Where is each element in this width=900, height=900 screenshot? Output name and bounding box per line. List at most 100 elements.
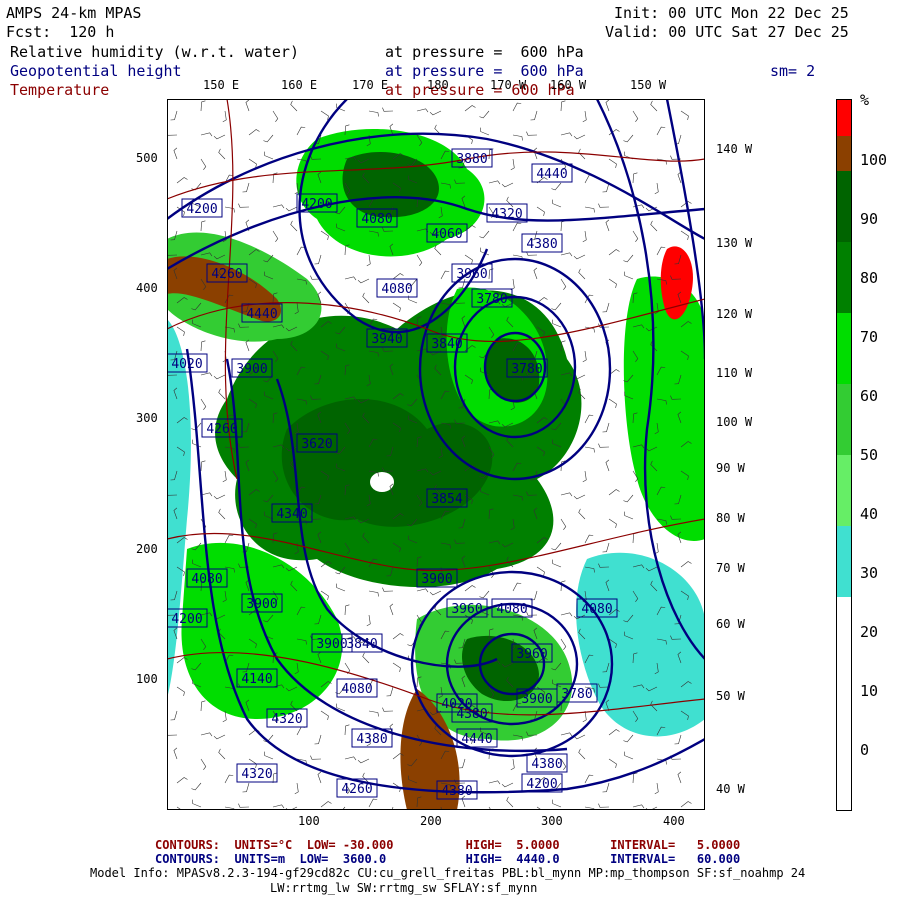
y-grid-label: 200 xyxy=(136,542,158,556)
colorbar-label: 60 xyxy=(860,387,879,405)
svg-text:4080: 4080 xyxy=(496,602,527,617)
colorbar-label: 0 xyxy=(860,741,870,759)
top-longitude-label: 160 W xyxy=(550,78,587,92)
height-label: 3780 xyxy=(556,683,598,703)
top-longitude-label: 180 xyxy=(427,78,449,92)
svg-text:4020: 4020 xyxy=(171,357,202,372)
colorbar-label: 10 xyxy=(860,682,879,700)
svg-text:3960: 3960 xyxy=(516,647,547,662)
svg-text:4320: 4320 xyxy=(271,712,302,727)
svg-text:4140: 4140 xyxy=(241,672,272,687)
colorbar-label: 20 xyxy=(860,623,879,641)
svg-text:4380: 4380 xyxy=(456,707,487,722)
colorbar-segment xyxy=(837,526,851,597)
height-label: 4440 xyxy=(531,163,573,183)
height-label: 4260 xyxy=(336,778,378,798)
height-label: 4020 xyxy=(167,353,208,373)
svg-text:4440: 4440 xyxy=(461,732,492,747)
svg-text:4440: 4440 xyxy=(536,167,567,182)
height-label: 4380 xyxy=(526,753,568,773)
svg-text:4380: 4380 xyxy=(441,784,472,799)
height-label: 3620 xyxy=(296,433,338,453)
svg-text:4320: 4320 xyxy=(491,207,522,222)
rh-dry-spot xyxy=(370,472,394,492)
model-info-line1: Model Info: MPASv8.2.3-194-gf29cd82c CU:… xyxy=(90,866,806,880)
colorbar-segment xyxy=(837,455,851,526)
right-longitude-label: 110 W xyxy=(716,366,753,380)
svg-text:4260: 4260 xyxy=(206,422,237,437)
y-grid-label: 100 xyxy=(136,672,158,686)
svg-text:3900: 3900 xyxy=(421,572,452,587)
smoothing-label: sm= 2 xyxy=(770,62,816,80)
height-label: 4200 xyxy=(521,773,563,793)
svg-text:4080: 4080 xyxy=(361,212,392,227)
height-contour-info: CONTOURS: UNITS=m LOW= 3600.0 HIGH= 4440… xyxy=(155,852,741,866)
height-label: 4080 xyxy=(356,208,398,228)
height-label: 3854 xyxy=(426,488,468,508)
svg-text:3780: 3780 xyxy=(561,687,592,702)
svg-text:4080: 4080 xyxy=(581,602,612,617)
forecast-hour: Fcst: 120 h xyxy=(6,23,115,41)
right-longitude-label: 140 W xyxy=(716,142,753,156)
height-label: 4260 xyxy=(206,263,248,283)
colorbar-label: 70 xyxy=(860,328,879,346)
top-longitude-label: 170 E xyxy=(352,78,389,92)
height-label: 3900 xyxy=(416,568,458,588)
colorbar-segment xyxy=(837,171,851,242)
svg-text:3900: 3900 xyxy=(521,692,552,707)
colorbar-label: 50 xyxy=(860,446,879,464)
height-label: 3960 xyxy=(511,643,553,663)
svg-text:3780: 3780 xyxy=(511,362,542,377)
height-label: 3780 xyxy=(471,288,513,308)
right-longitude-label: 50 W xyxy=(716,689,745,703)
colorbar-label: 30 xyxy=(860,564,879,582)
height-label: 4060 xyxy=(426,223,468,243)
svg-text:4200: 4200 xyxy=(171,612,202,627)
svg-text:4320: 4320 xyxy=(241,767,272,782)
height-label: 4320 xyxy=(266,708,308,728)
height-label: 4380 xyxy=(521,233,563,253)
height-label: 4080 xyxy=(186,568,228,588)
field-name-rh: Relative humidity (w.r.t. water) xyxy=(10,43,299,61)
svg-text:4200: 4200 xyxy=(301,197,332,212)
height-label: 4080 xyxy=(376,278,418,298)
x-grid-label: 200 xyxy=(420,814,442,828)
field-name-height: Geopotential height xyxy=(10,62,182,80)
svg-text:4440: 4440 xyxy=(246,307,277,322)
colorbar-segment xyxy=(837,100,851,136)
svg-text:3880: 3880 xyxy=(456,152,487,167)
height-label: 4440 xyxy=(241,303,283,323)
height-label: 3960 xyxy=(451,263,493,283)
product-title: AMPS 24-km MPAS xyxy=(6,4,142,22)
y-grid-label: 300 xyxy=(136,411,158,425)
svg-text:4080: 4080 xyxy=(341,682,372,697)
height-label: 4320 xyxy=(236,763,278,783)
right-longitude-label: 120 W xyxy=(716,307,753,321)
colorbar-label: 40 xyxy=(860,505,879,523)
svg-text:3960: 3960 xyxy=(456,267,487,282)
y-grid-label: 400 xyxy=(136,281,158,295)
svg-text:3620: 3620 xyxy=(301,437,332,452)
right-longitude-label: 70 W xyxy=(716,561,745,575)
field-level-height: at pressure = 600 hPa xyxy=(385,62,584,80)
svg-text:3780: 3780 xyxy=(476,292,507,307)
svg-text:3840: 3840 xyxy=(431,337,462,352)
top-longitude-label: 150 E xyxy=(203,78,240,92)
height-label: 3900 xyxy=(231,358,273,378)
colorbar-segment xyxy=(837,597,851,810)
weather-map[interactable]: 4200 3880 4440 4320 4200 4080 4060 4380 3960 4260… xyxy=(167,99,705,810)
height-label: 4320 xyxy=(486,203,528,223)
svg-text:4080: 4080 xyxy=(381,282,412,297)
top-longitude-label: 160 E xyxy=(281,78,318,92)
height-label: 3880 xyxy=(451,148,493,168)
colorbar-segment xyxy=(837,313,851,384)
height-label: 4380 xyxy=(436,780,478,800)
height-label: 4200 xyxy=(296,193,338,213)
colorbar-segment xyxy=(837,384,851,455)
height-label: 3780 xyxy=(506,358,548,378)
height-label: 4140 xyxy=(236,668,278,688)
svg-text:4200: 4200 xyxy=(526,777,557,792)
colorbar-segment xyxy=(837,242,851,313)
field-name-temp: Temperature xyxy=(10,81,110,99)
height-label: 4200 xyxy=(167,608,208,628)
